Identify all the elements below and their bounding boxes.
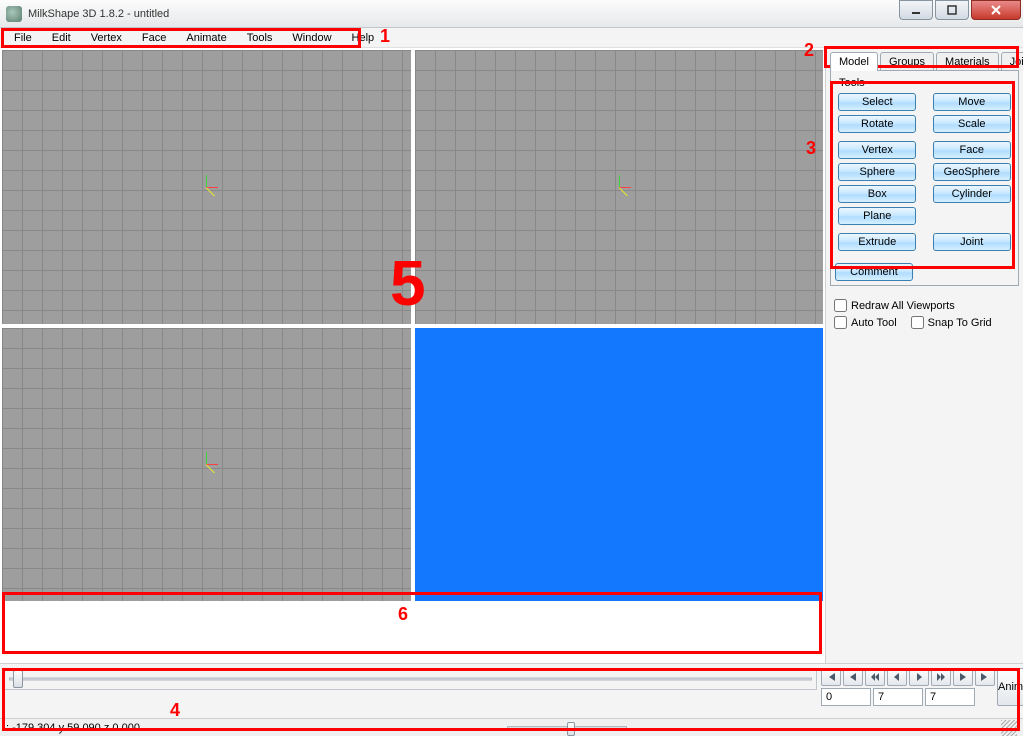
anim-play-button[interactable] — [909, 668, 929, 686]
check-auto-tool-label: Auto Tool — [851, 317, 897, 329]
check-auto-tool[interactable]: Auto Tool — [834, 316, 897, 329]
menu-edit[interactable]: Edit — [42, 30, 81, 46]
tools-panel: Tools Select Move Rotate Scale Vertex Fa… — [830, 70, 1019, 286]
comment-button[interactable]: Comment — [835, 263, 913, 281]
maximize-button[interactable] — [935, 0, 969, 20]
viewport-top-left[interactable] — [2, 50, 411, 324]
tool-rotate[interactable]: Rotate — [838, 115, 916, 133]
tool-face[interactable]: Face — [933, 141, 1011, 159]
menu-animate[interactable]: Animate — [176, 30, 236, 46]
tool-plane[interactable]: Plane — [838, 207, 916, 225]
viewport-top-right[interactable] — [415, 50, 824, 324]
checkbox-redraw[interactable] — [834, 299, 847, 312]
titlebar: MilkShape 3D 1.8.2 - untitled — [0, 0, 1023, 28]
checkbox-auto-tool[interactable] — [834, 316, 847, 329]
check-snap-label: Snap To Grid — [928, 317, 992, 329]
check-redraw-all[interactable]: Redraw All Viewports — [834, 299, 1019, 312]
tool-sphere[interactable]: Sphere — [838, 163, 916, 181]
tool-cylinder[interactable]: Cylinder — [933, 185, 1011, 203]
viewport-bottom-right[interactable] — [415, 328, 824, 602]
anim-last-button[interactable] — [975, 668, 995, 686]
anim-step-fwd-button[interactable] — [931, 668, 951, 686]
checkbox-snap[interactable] — [911, 316, 924, 329]
resize-grip-icon[interactable] — [1001, 720, 1017, 736]
menu-vertex[interactable]: Vertex — [81, 30, 132, 46]
check-redraw-label: Redraw All Viewports — [851, 300, 955, 312]
side-panel: Model Groups Materials Joints Tools Sele… — [825, 48, 1023, 663]
timeline-thumb[interactable] — [13, 670, 23, 688]
status-coords: : -179.304 y 59.090 z 0.000 — [6, 722, 140, 734]
menubar: File Edit Vertex Face Animate Tools Wind… — [0, 28, 1023, 48]
timeline-slider[interactable] — [4, 668, 817, 690]
tool-move[interactable]: Move — [933, 93, 1011, 111]
tab-groups[interactable]: Groups — [880, 52, 934, 71]
tab-joints[interactable]: Joints — [1001, 52, 1023, 71]
menu-help[interactable]: Help — [342, 30, 385, 46]
tool-box[interactable]: Box — [838, 185, 916, 203]
anim-first-button[interactable] — [821, 668, 841, 686]
anim-toggle-label: Anim — [998, 681, 1023, 693]
menu-tools[interactable]: Tools — [237, 30, 283, 46]
anim-next-key-button[interactable] — [953, 668, 973, 686]
bottom-bar: 0 7 7 Anim — [0, 663, 1023, 718]
viewport-bottom-left[interactable] — [2, 328, 411, 602]
minimize-button[interactable] — [899, 0, 933, 20]
anim-step-back-button[interactable] — [865, 668, 885, 686]
tool-geosphere[interactable]: GeoSphere — [933, 163, 1011, 181]
main-area: Model Groups Materials Joints Tools Sele… — [0, 48, 1023, 663]
viewport-options: Redraw All Viewports Auto Tool Snap To G… — [834, 299, 1019, 329]
anim-toggle-button[interactable]: Anim — [997, 668, 1023, 706]
menu-face[interactable]: Face — [132, 30, 176, 46]
status-slider[interactable] — [507, 726, 627, 730]
viewport-area — [0, 48, 825, 603]
side-tabs: Model Groups Materials Joints — [830, 52, 1019, 71]
tools-label: Tools — [835, 75, 1014, 93]
close-button[interactable] — [971, 0, 1021, 20]
frame-end-field[interactable]: 7 — [925, 688, 975, 706]
app-icon — [6, 6, 22, 22]
comment-row: Comment — [835, 263, 1014, 281]
anim-play-back-button[interactable] — [887, 668, 907, 686]
window-buttons — [897, 0, 1021, 20]
message-strip — [0, 603, 825, 663]
check-snap[interactable]: Snap To Grid — [911, 316, 992, 329]
menu-window[interactable]: Window — [282, 30, 341, 46]
menu-file[interactable]: File — [4, 30, 42, 46]
tool-select[interactable]: Select — [838, 93, 916, 111]
tool-vertex[interactable]: Vertex — [838, 141, 916, 159]
edit-tools: Extrude Joint — [835, 233, 1014, 251]
frame-start-field[interactable]: 0 — [821, 688, 871, 706]
window-title: MilkShape 3D 1.8.2 - untitled — [28, 8, 169, 20]
statusbar: : -179.304 y 59.090 z 0.000 — [0, 718, 1023, 736]
tool-extrude[interactable]: Extrude — [838, 233, 916, 251]
transform-tools: Select Move Rotate Scale — [835, 93, 1014, 133]
anim-prev-key-button[interactable] — [843, 668, 863, 686]
tab-materials[interactable]: Materials — [936, 52, 999, 71]
tool-scale[interactable]: Scale — [933, 115, 1011, 133]
tool-joint[interactable]: Joint — [933, 233, 1011, 251]
tab-model[interactable]: Model — [830, 52, 878, 71]
primitive-tools: Vertex Face Sphere GeoSphere Box Cylinde… — [835, 141, 1014, 225]
frame-mid-field[interactable]: 7 — [873, 688, 923, 706]
timeline — [4, 668, 817, 690]
anim-controls: 0 7 7 Anim — [821, 668, 1019, 706]
